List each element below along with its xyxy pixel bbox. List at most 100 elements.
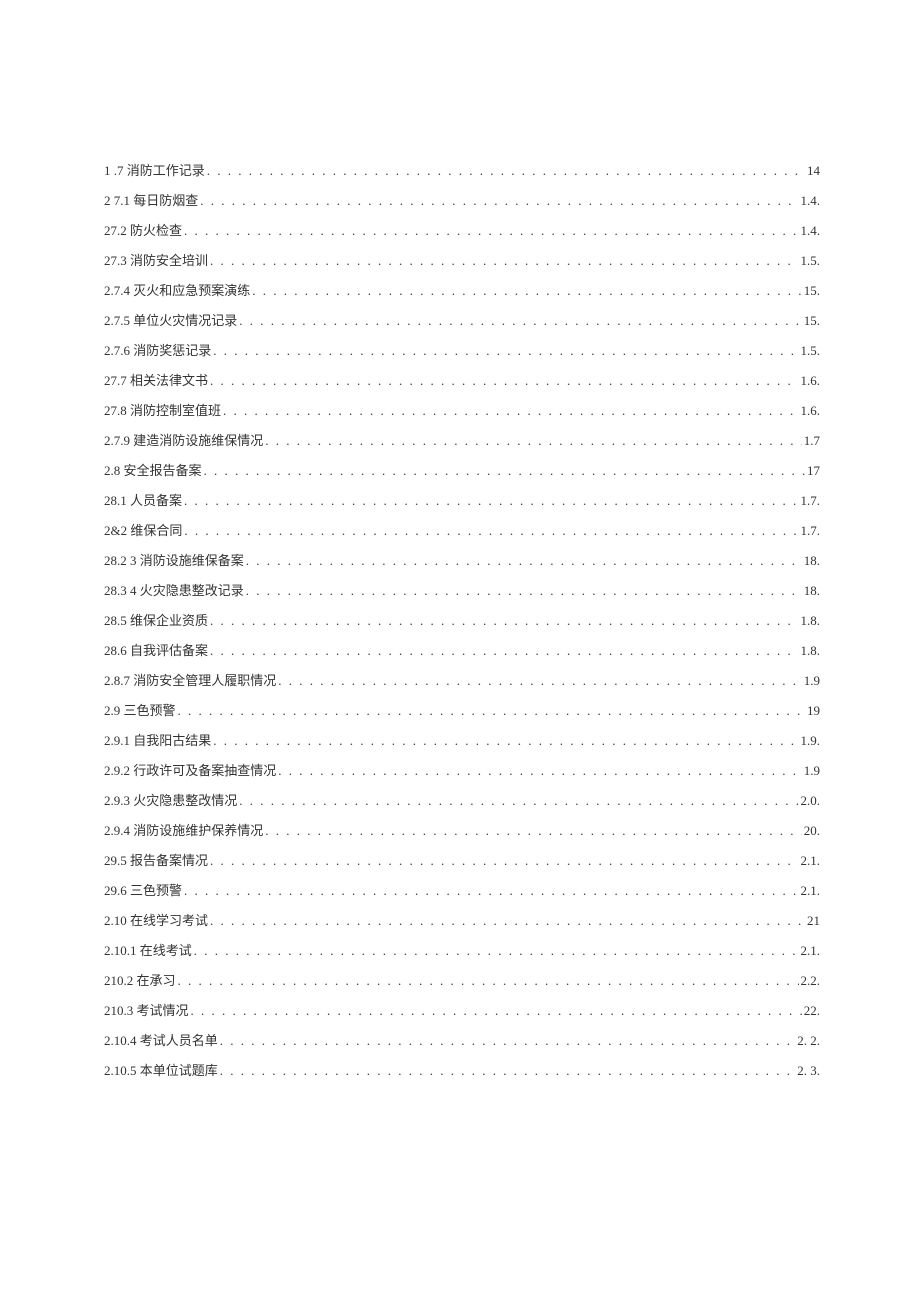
toc-label: 27.3 消防安全培训 xyxy=(104,250,208,269)
toc-entry: 28.2 3 消防设施维保备案18. xyxy=(104,550,820,569)
toc-page-number: 1.7. xyxy=(801,493,821,509)
toc-label: 29.6 三色预警 xyxy=(104,880,182,899)
toc-page-number: 1.7. xyxy=(801,523,821,539)
toc-leader-dots xyxy=(252,283,801,299)
toc-leader-dots xyxy=(220,1033,795,1049)
toc-leader-dots xyxy=(207,163,805,179)
toc-label: 2.9.4 消防设施维护保养情况 xyxy=(104,820,263,839)
toc-entry: 2.8 安全报告备案 17 xyxy=(104,460,820,479)
toc-label: 2.7.4 灭火和应急预案演练 xyxy=(104,280,250,299)
toc-page-number: 1.4. xyxy=(801,193,821,209)
toc-label: 28.1 人员备案 xyxy=(104,490,182,509)
toc-label: 2 7.1 每日防烟查 xyxy=(104,190,198,209)
toc-leader-dots xyxy=(278,763,801,779)
toc-leader-dots xyxy=(184,523,798,539)
toc-page-number: 1.6. xyxy=(801,403,821,419)
toc-leader-dots xyxy=(194,943,799,959)
toc-label: 28.2 3 消防设施维保备案 xyxy=(104,550,244,569)
toc-entry: 27.2 防火检查 1.4. xyxy=(104,220,820,239)
toc-entry: 2.9.4 消防设施维护保养情况 20. xyxy=(104,820,820,839)
toc-page-number: 2.2. xyxy=(801,973,821,989)
toc-entry: 2.8.7 消防安全管理人履职情况 1.9 xyxy=(104,670,820,689)
toc-leader-dots xyxy=(246,583,802,599)
toc-page-number: 22. xyxy=(804,1003,820,1019)
toc-page-number: 17 xyxy=(807,463,820,479)
toc-entry: 27.3 消防安全培训 1.5. xyxy=(104,250,820,269)
toc-entry: 2.9 三色预警19 xyxy=(104,700,820,719)
toc-leader-dots xyxy=(246,553,802,569)
toc-page-number: 18. xyxy=(804,583,820,599)
toc-label: 2.9.1 自我阳古结果 xyxy=(104,730,211,749)
toc-page-number: 15. xyxy=(804,283,820,299)
toc-label: 210.2 在承习 xyxy=(104,970,176,989)
toc-label: 2.7.5 单位火灾情况记录 xyxy=(104,310,237,329)
toc-page-number: 20. xyxy=(804,823,820,839)
toc-label: 2.10 在线学习考试 xyxy=(104,910,208,929)
toc-entry: 2.10.4 考试人员名单2. 2. xyxy=(104,1030,820,1049)
toc-entry: 27.7 相关法律文书 1.6. xyxy=(104,370,820,389)
toc-label: 2.10.4 考试人员名单 xyxy=(104,1030,218,1049)
toc-label: 28.5 维保企业资质 xyxy=(104,610,208,629)
toc-entry: 29.6 三色预警 2.1. xyxy=(104,880,820,899)
toc-page-number: 2.1. xyxy=(801,943,821,959)
toc-leader-dots xyxy=(220,1063,795,1079)
toc-leader-dots xyxy=(239,793,798,809)
table-of-contents: 1 .7 消防工作记录142 7.1 每日防烟查1.4.27.2 防火检查1.4… xyxy=(104,160,820,1079)
toc-page-number: 1.6. xyxy=(801,373,821,389)
toc-leader-dots xyxy=(210,853,798,869)
toc-label: 2.10.1 在线考试 xyxy=(104,940,192,959)
toc-leader-dots xyxy=(210,643,798,659)
toc-entry: 2.7.4 灭火和应急预案演练 15. xyxy=(104,280,820,299)
toc-page-number: 1.9. xyxy=(801,733,821,749)
toc-leader-dots xyxy=(200,193,798,209)
toc-entry: 2.10.1 在线考试 2.1. xyxy=(104,940,820,959)
toc-entry: 2.10 在线学习考试 21 xyxy=(104,910,820,929)
toc-page-number: 1.4. xyxy=(801,223,821,239)
toc-label: 27.8 消防控制室值班 xyxy=(104,400,221,419)
toc-label: 2.9.3 火灾隐患整改情况 xyxy=(104,790,237,809)
toc-leader-dots xyxy=(265,433,801,449)
toc-label: 27.2 防火检查 xyxy=(104,220,182,239)
toc-entry: 2.7.9 建造消防设施维保情况1.7 xyxy=(104,430,820,449)
toc-label: 2.10.5 本单位试题库 xyxy=(104,1060,218,1079)
toc-page-number: 1.9 xyxy=(804,673,820,689)
toc-label: 2.9.2 行政许可及备案抽查情况 xyxy=(104,760,276,779)
toc-entry: 29.5 报告备案情况 2.1. xyxy=(104,850,820,869)
toc-label: 2.8.7 消防安全管理人履职情况 xyxy=(104,670,276,689)
toc-page-number: 2.0. xyxy=(801,793,821,809)
toc-entry: 28.3 4 火灾隐患整改记录18. xyxy=(104,580,820,599)
toc-entry: 2.9.1 自我阳古结果 1.9. xyxy=(104,730,820,749)
toc-leader-dots xyxy=(265,823,801,839)
toc-entry: 28.1 人员备案 1.7. xyxy=(104,490,820,509)
toc-page-number: 1.8. xyxy=(801,613,821,629)
toc-entry: 2&2 维保合同 1.7. xyxy=(104,520,820,539)
toc-label: 1 .7 消防工作记录 xyxy=(104,160,205,179)
toc-page-number: 15. xyxy=(804,313,820,329)
toc-leader-dots xyxy=(223,403,798,419)
toc-label: 2.9 三色预警 xyxy=(104,700,176,719)
toc-label: 2.7.9 建造消防设施维保情况 xyxy=(104,430,263,449)
toc-page-number: 2.1. xyxy=(801,853,821,869)
toc-leader-dots xyxy=(210,913,805,929)
toc-label: 2.8 安全报告备案 xyxy=(104,460,202,479)
toc-entry: 28.6 自我评估备案1.8. xyxy=(104,640,820,659)
toc-entry: 2.9.2 行政许可及备案抽查情况1.9 xyxy=(104,760,820,779)
toc-leader-dots xyxy=(210,373,798,389)
toc-leader-dots xyxy=(191,1003,802,1019)
toc-label: 2&2 维保合同 xyxy=(104,520,182,539)
toc-page-number: 21 xyxy=(807,913,820,929)
toc-page-number: 1.5. xyxy=(801,253,821,269)
toc-leader-dots xyxy=(184,883,798,899)
toc-label: 27.7 相关法律文书 xyxy=(104,370,208,389)
toc-leader-dots xyxy=(213,733,798,749)
toc-label: 2.7.6 消防奖惩记录 xyxy=(104,340,211,359)
toc-page-number: 2.1. xyxy=(801,883,821,899)
toc-label: 29.5 报告备案情况 xyxy=(104,850,208,869)
toc-leader-dots xyxy=(278,673,801,689)
toc-page-number: 2. 3. xyxy=(797,1063,820,1079)
toc-leader-dots xyxy=(178,973,799,989)
toc-entry: 2 7.1 每日防烟查 1.4. xyxy=(104,190,820,209)
toc-entry: 27.8 消防控制室值班 1.6. xyxy=(104,400,820,419)
toc-label: 210.3 考试情况 xyxy=(104,1000,189,1019)
toc-page-number: 1.5. xyxy=(801,343,821,359)
